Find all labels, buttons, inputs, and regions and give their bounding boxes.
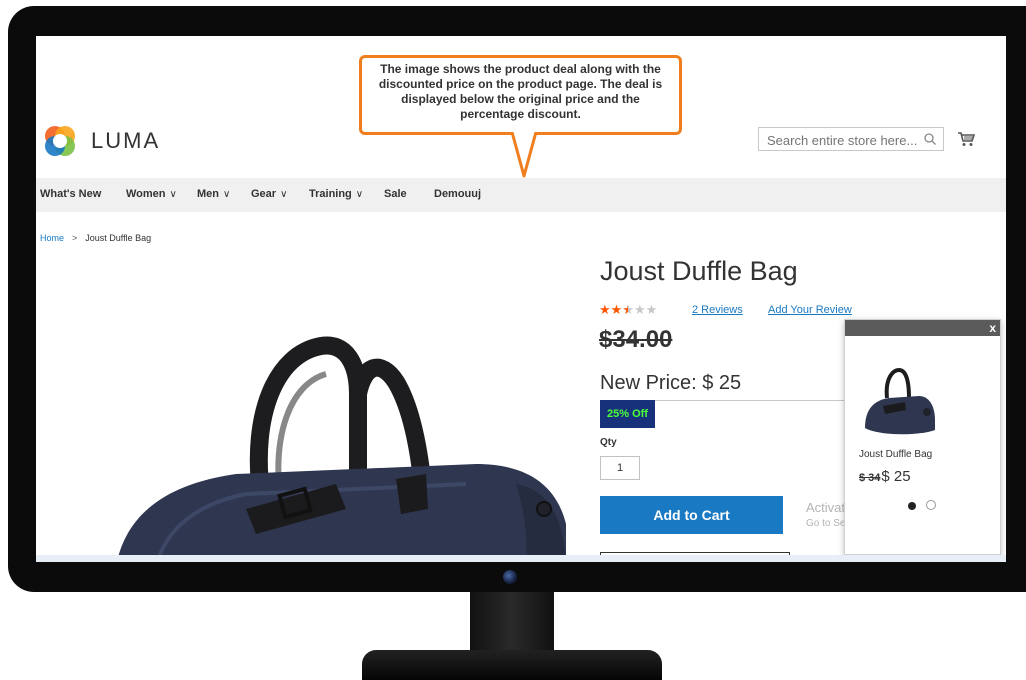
nav-item-demouuj[interactable]: Demouuj [434, 188, 481, 200]
chevron-down-icon: ∨ [169, 189, 177, 200]
luma-logo-icon [45, 126, 75, 156]
monitor-stand-base [362, 650, 662, 680]
monitor-stand-neck [470, 592, 554, 654]
popup-new-price: $ 25 [881, 468, 911, 485]
chevron-down-icon: ∨ [355, 189, 364, 200]
close-icon[interactable]: x [989, 320, 996, 336]
deal-popup: x Joust Duffle Bag $ 34$ 25 [844, 319, 1001, 555]
breadcrumb-current: Joust Duffle Bag [85, 233, 152, 243]
popup-price: $ 34$ 25 [859, 468, 911, 485]
chevron-down-icon: ∨ [223, 189, 231, 200]
nav-item-whats-new[interactable]: What's New [40, 188, 101, 200]
new-price: New Price: $ 25 [600, 372, 742, 394]
rating-stars: ★★★★★★ [599, 302, 657, 318]
star-half-icon: ★★ [622, 302, 634, 317]
callout-text: The image shows the product deal along w… [378, 62, 663, 121]
taskbar-strip [36, 555, 1006, 562]
nav-item-women[interactable]: Women ∨ [126, 188, 177, 200]
nav-item-training[interactable]: Training ∨ [309, 188, 363, 200]
star-empty-icon: ★★ [633, 302, 658, 317]
star-filled-icon: ★★ [599, 302, 623, 317]
product-image[interactable] [96, 334, 566, 562]
breadcrumb: Home > Joust Duffle Bag [40, 233, 151, 243]
nav-item-sale[interactable]: Sale [384, 188, 407, 200]
discount-badge: 25% Off [600, 400, 655, 428]
breadcrumb-separator-icon: > [72, 233, 78, 243]
reviews-link[interactable]: 2 Reviews [692, 304, 743, 316]
original-price: $34.00 [599, 326, 673, 353]
carousel-dot-active[interactable] [908, 502, 916, 510]
popup-header: x [845, 320, 1000, 336]
popup-old-price: $ 34 [859, 472, 881, 484]
add-review-link[interactable]: Add Your Review [768, 304, 852, 316]
carousel-dot[interactable] [926, 500, 936, 510]
callout-pointer [510, 132, 538, 178]
logo-text[interactable]: LUMA [91, 128, 160, 154]
annotation-callout: The image shows the product deal along w… [359, 55, 682, 135]
chevron-down-icon: ∨ [280, 189, 288, 200]
cart-icon[interactable] [957, 131, 975, 147]
qty-label: Qty [600, 437, 617, 448]
main-navigation: What's New Women ∨ Men ∨ Gear ∨ Training ∨ S… [36, 178, 1006, 212]
qty-input[interactable] [600, 456, 640, 480]
product-title: Joust Duffle Bag [600, 256, 798, 286]
breadcrumb-home-link[interactable]: Home [40, 233, 64, 243]
search-input[interactable] [765, 129, 919, 151]
popup-product-name[interactable]: Joust Duffle Bag [859, 449, 932, 460]
nav-item-men[interactable]: Men ∨ [197, 188, 230, 200]
add-to-cart-button[interactable]: Add to Cart [600, 496, 783, 534]
nav-item-gear[interactable]: Gear ∨ [251, 188, 287, 200]
search-box [758, 127, 944, 151]
popup-product-image[interactable] [859, 350, 937, 442]
search-icon[interactable] [923, 132, 937, 146]
webcam-icon [503, 570, 517, 584]
